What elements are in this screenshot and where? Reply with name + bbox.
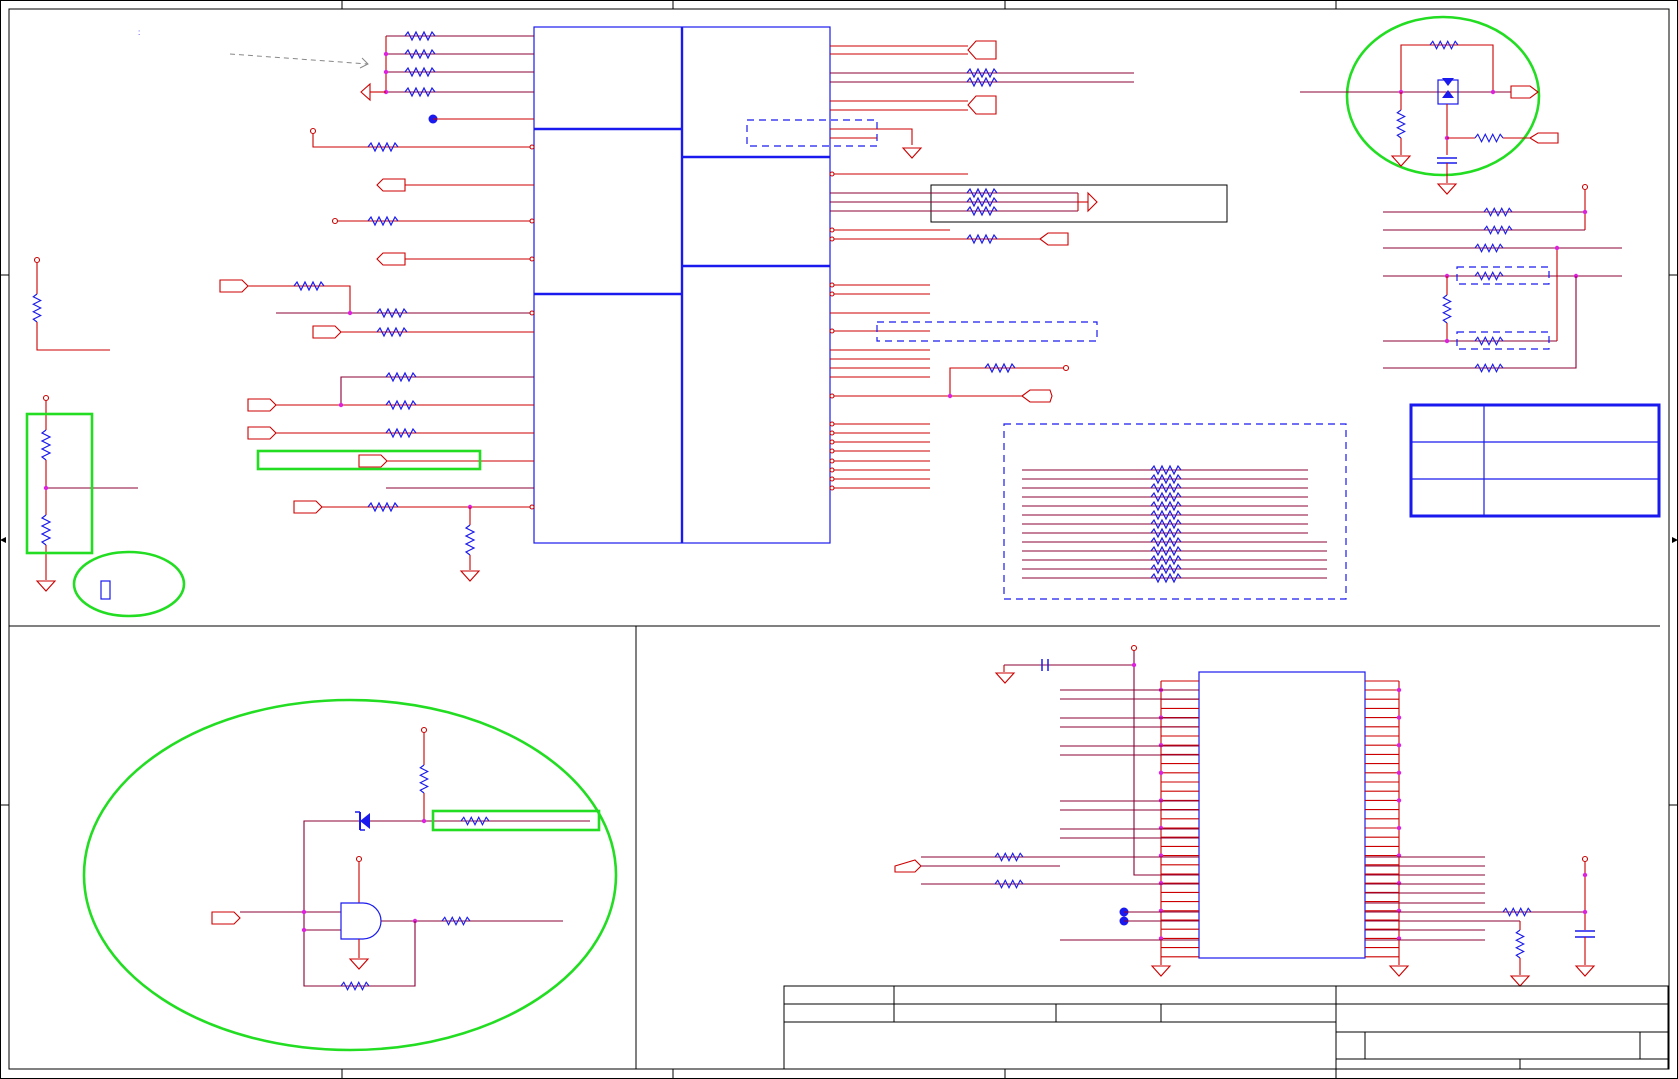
power-rail-icon: [355, 855, 363, 863]
resistor-icon: [1396, 109, 1406, 139]
status-led-circuit[interactable]: [1300, 15, 1559, 195]
ground-icon: [1151, 965, 1171, 977]
off-page-connector-icon: [219, 279, 249, 293]
svg-text::: :: [138, 28, 140, 37]
junction-dot: [1158, 743, 1164, 748]
junction-dot: [1158, 881, 1164, 886]
power-rail-icon: [1581, 183, 1589, 191]
resistor-icon: [465, 524, 475, 556]
resistor-icon: [1515, 929, 1525, 959]
off-page-connector-icon: [894, 859, 922, 873]
power-rail-icon: [420, 726, 428, 734]
power-rail-icon: [42, 394, 50, 402]
test-point-icon: [100, 580, 111, 600]
ground-icon: [995, 672, 1015, 684]
ground-icon: [902, 147, 922, 159]
resistor-icon: [1474, 133, 1504, 143]
off-page-connector-icon: [247, 398, 277, 412]
off-page-connector-icon: [358, 454, 388, 468]
highlight-ellipse-small: [72, 550, 186, 618]
gate-driver-circuit[interactable]: [82, 698, 618, 1052]
resistor-icon: [32, 293, 42, 323]
resistor-icon: [41, 514, 51, 546]
sheet-frame: [0, 0, 1678, 1079]
highlight-box-divider: [25, 412, 94, 555]
off-page-connector-icon: [376, 252, 406, 266]
legend-table: [1409, 403, 1661, 518]
junction-dot: [1158, 798, 1164, 803]
right-resistor-bank: [1383, 183, 1622, 373]
resistor-icon: [1442, 294, 1452, 324]
pullup-network: [32, 256, 110, 351]
off-page-connector-icon: [376, 178, 406, 192]
ic-left-nets: :: [138, 28, 535, 582]
dashed-group: [746, 119, 878, 147]
power-rail-icon: [1581, 855, 1589, 863]
off-page-connector-icon: [247, 426, 277, 440]
main-controller-ic[interactable]: [533, 26, 831, 544]
ground-icon: [1510, 975, 1530, 987]
junction-dot: [1396, 881, 1402, 886]
resistor-icon: [419, 764, 429, 794]
resistor-array[interactable]: [1003, 423, 1347, 600]
ground-icon: [1389, 965, 1409, 977]
ground-icon: [1575, 965, 1595, 977]
title-block: [783, 985, 1669, 1070]
junction-dot: [1396, 715, 1402, 720]
junction-dot: [1396, 770, 1402, 775]
off-page-connector-icon: [293, 500, 323, 514]
off-page-connector-icon: [211, 911, 241, 925]
resistor-icon: [41, 429, 51, 461]
junction-dot: [1396, 743, 1402, 748]
junction-dot: [1396, 825, 1402, 831]
resistor-array-rows: [1022, 465, 1327, 583]
power-rail-icon: [309, 127, 317, 135]
schematic-canvas: :: [0, 0, 1678, 1079]
ground-icon: [349, 958, 369, 970]
power-rail-icon: [33, 256, 41, 264]
ground-icon: [460, 570, 480, 582]
connector-external-nets: [894, 689, 1595, 987]
connector-circuit[interactable]: [995, 644, 1409, 977]
junction-dot: [1396, 687, 1402, 693]
ground-icon: [36, 580, 56, 592]
off-page-connector-icon: [312, 325, 342, 339]
ground-icon: [1437, 183, 1457, 195]
and-gate-icon: [340, 902, 382, 940]
junction-dot: [1158, 770, 1164, 775]
junction-dot: [1396, 798, 1402, 803]
ic-chip-icon: [1198, 671, 1366, 959]
off-page-connector-icon: [360, 82, 371, 102]
power-rail-icon: [1130, 644, 1138, 652]
off-page-connector-icon: [1510, 85, 1539, 99]
